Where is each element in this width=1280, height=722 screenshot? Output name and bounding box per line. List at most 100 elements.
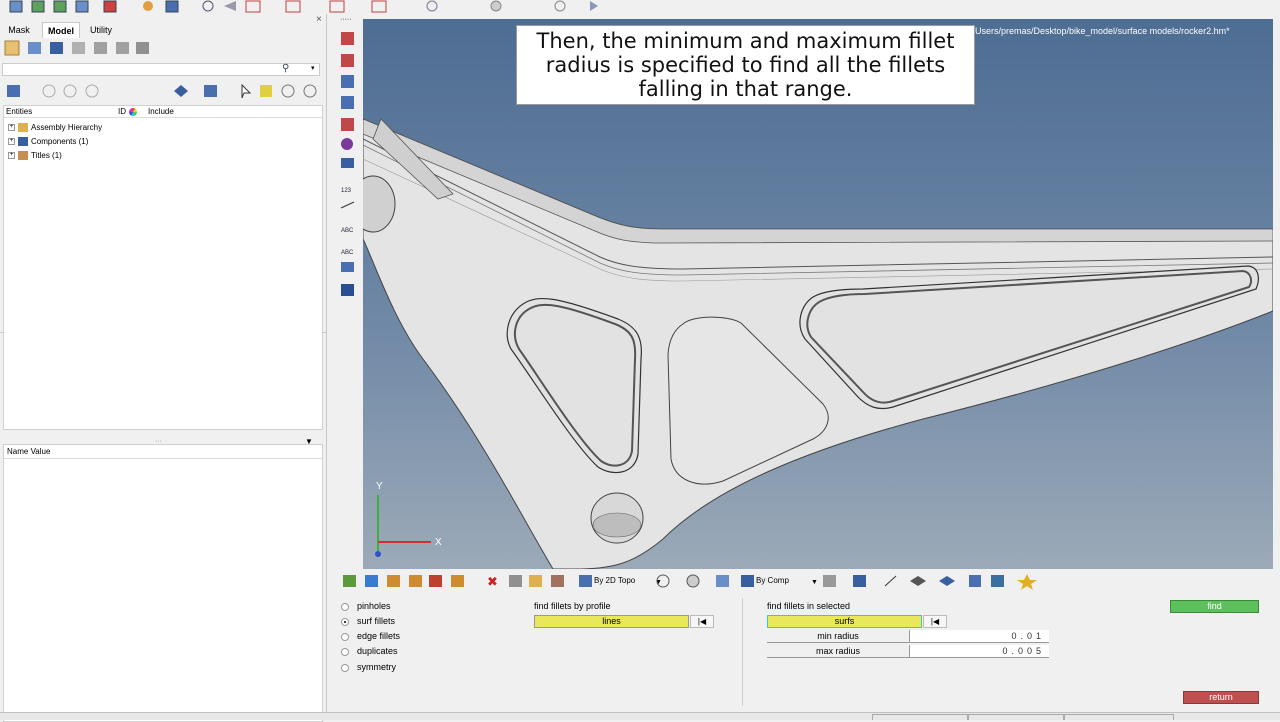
reset-lines-icon[interactable]: |◀ [690,615,714,628]
radio-button[interactable] [341,617,349,626]
solid-icon[interactable] [939,576,955,586]
entity-icon[interactable] [365,575,378,587]
visibility-all-icon[interactable] [303,84,317,98]
mask-icon[interactable] [509,575,522,587]
fit-icon[interactable] [245,0,261,13]
comp-color-icon[interactable] [204,85,217,97]
return-button[interactable]: return [1183,691,1259,704]
expand-icon[interactable]: + [8,138,15,146]
import-icon[interactable] [31,0,45,13]
search-input[interactable] [2,63,320,76]
comp-mode-select[interactable]: By Comp [756,576,789,585]
component-view-icon[interactable] [28,42,41,54]
radio-duplicates[interactable]: duplicates [341,644,398,658]
folder-icon[interactable] [4,40,20,56]
box-zoom-icon[interactable] [285,0,301,13]
star-icon[interactable] [1017,574,1037,590]
translate-icon[interactable] [341,262,354,272]
spin-icon[interactable] [554,0,566,12]
pan-icon[interactable] [490,0,502,12]
label-icon[interactable]: ABC [341,250,354,256]
abc-icon[interactable]: ABC [341,228,354,234]
settings-icon[interactable] [136,42,149,54]
solid-edit-icon[interactable] [341,54,354,67]
find-icon[interactable] [529,575,542,587]
connector-icon[interactable] [969,575,981,587]
radio-button[interactable] [341,602,349,611]
search-icon[interactable]: ⚲ [282,63,289,74]
topo-mode-select[interactable]: By 2D Topo [594,576,635,585]
comp-icon[interactable] [741,575,754,587]
visibility-icon[interactable] [281,84,295,98]
midsurface-icon[interactable] [341,158,354,168]
highlight-icon[interactable] [260,85,272,97]
topo-icon[interactable] [579,575,592,587]
quality-icon[interactable] [341,118,354,131]
reset-surfs-icon[interactable]: |◀ [923,615,947,628]
expand-icon[interactable]: + [8,152,15,160]
delete-icon[interactable]: ✖ [487,575,498,590]
tab-model[interactable]: Model [42,22,80,38]
move-icon[interactable] [451,575,464,587]
mask-view-icon[interactable] [94,42,107,54]
show-icon[interactable] [42,84,56,98]
export-icon[interactable] [53,0,67,13]
geometry-icon[interactable] [716,575,729,587]
tree-item-titles[interactable]: + Titles (1) [8,150,62,162]
organize-icon[interactable] [116,42,129,54]
expand-icon[interactable]: + [8,124,15,132]
elements-icon[interactable] [853,575,866,587]
mesh-edit-icon[interactable] [341,96,354,109]
model-icon[interactable] [165,0,179,13]
tab-mask[interactable]: Mask [4,22,34,38]
download-icon[interactable] [429,575,442,587]
surface-icon[interactable] [910,576,926,586]
arrow-left-icon[interactable] [224,1,236,11]
plane-icon[interactable] [341,284,354,296]
rotate-icon[interactable] [371,0,387,13]
radio-button[interactable] [341,663,349,672]
tree-item-components[interactable]: + Components (1) [8,136,88,148]
open-model-icon[interactable] [9,0,23,13]
pointer-icon[interactable] [590,1,598,11]
user-icon[interactable] [143,1,153,11]
monitor-icon[interactable] [991,575,1004,587]
line-edit-icon[interactable] [341,75,354,88]
isolate-icon[interactable] [85,84,99,98]
save-icon[interactable] [75,0,89,13]
radio-symmetry[interactable]: symmetry [341,660,396,674]
chevron-down-icon[interactable]: ▼ [811,579,818,586]
view-icon[interactable] [329,0,345,13]
tree-item-assembly[interactable]: + Assembly Hierarchy [8,122,102,134]
organize-icon-2[interactable] [409,575,422,587]
reset-icon[interactable] [551,575,564,587]
radio-button[interactable] [341,647,349,656]
find-button[interactable]: find [1170,600,1259,613]
filter-icon[interactable] [72,42,85,54]
model-view-icon[interactable] [50,42,63,54]
radio-edge-fillets[interactable]: edge fillets [341,629,400,643]
cursor-icon[interactable] [241,83,252,99]
component-icon[interactable] [343,575,356,587]
shading-icon-2[interactable] [686,574,700,588]
surface-edit-icon[interactable] [341,32,354,45]
max-radius-input[interactable]: 0.005 [909,645,1049,658]
magnify-icon[interactable] [426,0,438,12]
hide-icon[interactable] [63,84,77,98]
tab-utility[interactable]: Utility [86,22,116,38]
entity-filter-icon[interactable] [174,85,188,97]
numbers-icon[interactable]: 123 [341,188,352,194]
defeature-icon[interactable] [341,138,353,150]
radio-pinholes[interactable]: pinholes [341,599,391,613]
line-icon[interactable] [884,575,897,587]
min-radius-input[interactable]: 0.01 [909,630,1049,643]
undo-icon[interactable] [103,0,117,13]
radio-surf-fillets[interactable]: surf fillets [341,614,395,628]
distance-icon[interactable] [340,201,355,209]
chevron-down-icon[interactable]: ▾ [311,64,315,72]
organize-icon[interactable] [387,575,400,587]
mesh-icon[interactable] [823,575,836,587]
surfs-selector[interactable]: surfs [767,615,922,628]
radio-button[interactable] [341,632,349,641]
display-icon[interactable] [7,85,20,97]
